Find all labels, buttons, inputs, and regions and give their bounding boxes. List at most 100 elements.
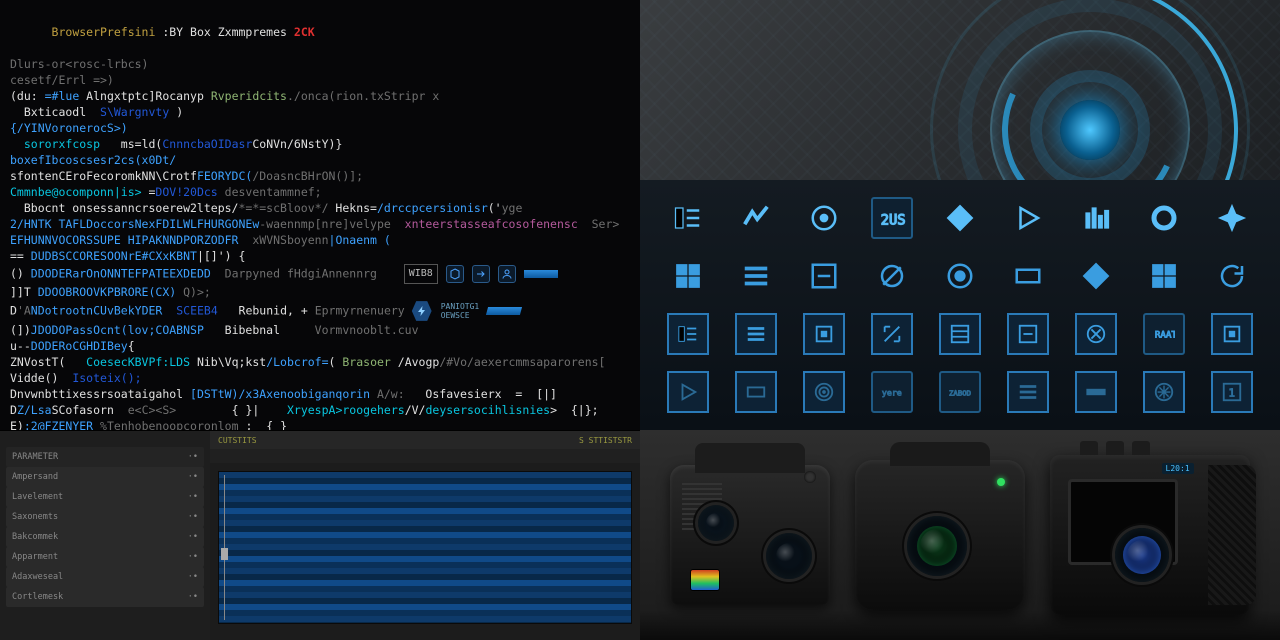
code-line: ZNVostT( CoesecKBVPf:LDS Nib\Vq;kst/Lobc… bbox=[10, 354, 630, 370]
palette-icon[interactable]: 2US bbox=[871, 197, 913, 239]
track-row[interactable]: Adaxweseal·• bbox=[6, 567, 204, 587]
track-meter-icon: ·• bbox=[188, 472, 198, 482]
palette-icon[interactable] bbox=[803, 255, 845, 297]
track-label: Bakcommek bbox=[12, 532, 58, 542]
palette-icon[interactable] bbox=[1143, 197, 1185, 239]
svg-text:RAAT: RAAT bbox=[1155, 330, 1175, 341]
track-meter-icon: ·• bbox=[188, 512, 198, 522]
code-line: (du: =#lue Alngxtptc]Rocanyp Rvperidcits… bbox=[10, 88, 630, 104]
palette-icon[interactable] bbox=[1007, 255, 1049, 297]
palette-icon[interactable] bbox=[667, 371, 709, 413]
palette-icon[interactable] bbox=[1007, 313, 1049, 355]
track-meter-icon: ·• bbox=[188, 452, 198, 462]
palette-icon[interactable] bbox=[1075, 197, 1117, 239]
code-terminal: BrowserPrefsini :BY Box Zxmmpremes 2CK D… bbox=[0, 0, 640, 430]
track-label: Ampersand bbox=[12, 472, 58, 482]
track-row[interactable]: PARAMETER ·• bbox=[6, 447, 204, 467]
seq-status: S STTISTSTR bbox=[579, 436, 632, 445]
cube-icon[interactable] bbox=[446, 265, 464, 283]
palette-icon[interactable] bbox=[939, 197, 981, 239]
palette-icon[interactable] bbox=[735, 371, 777, 413]
palette-icon[interactable] bbox=[1075, 371, 1117, 413]
code-line: sfontenCEroFecoromkNN\CrotfFEORYDC(/Doas… bbox=[10, 168, 630, 184]
palette-icon[interactable] bbox=[803, 371, 845, 413]
code-line: ]]T DDOOBROOVKPBRORE(CX) Q)>; bbox=[10, 284, 630, 300]
track-list-header bbox=[6, 439, 204, 443]
palette-icon[interactable] bbox=[667, 197, 709, 239]
lens-icon bbox=[907, 516, 967, 576]
palette-icon[interactable] bbox=[871, 313, 913, 355]
lens-icon bbox=[1115, 528, 1169, 582]
palette-icon[interactable] bbox=[1075, 255, 1117, 297]
palette-icon[interactable]: ZABOD bbox=[939, 371, 981, 413]
lens-icon bbox=[766, 533, 812, 579]
palette-icon[interactable] bbox=[1211, 197, 1253, 239]
palette-icon[interactable] bbox=[735, 313, 777, 355]
track-row[interactable]: Saxonemts ·• bbox=[6, 507, 204, 527]
track-label: Cortlemesk bbox=[12, 592, 63, 602]
palette-icon[interactable] bbox=[667, 255, 709, 297]
thermal-palette-icon bbox=[690, 569, 720, 591]
user-icon[interactable] bbox=[498, 265, 516, 283]
code-line: Dlurs-or<rosc-lrbcs) bbox=[10, 56, 630, 72]
code-line: sororxfcosp ms=ld(CnnncbaOIDasrCoNVn/6Ns… bbox=[10, 136, 630, 152]
svg-text:1: 1 bbox=[1228, 387, 1235, 400]
track-list: PARAMETER·•Ampersand·•Lavelement·•Saxone… bbox=[0, 431, 210, 640]
palette-icon[interactable] bbox=[939, 255, 981, 297]
code-line: (])JDODOPassOcnt(lov;COABNSP Bibebnal Vo… bbox=[10, 322, 630, 338]
bolt-icon[interactable] bbox=[411, 300, 433, 322]
code-line: Dnvwnbttixessrsoataigahol [DSTtW)/x3Axen… bbox=[10, 386, 630, 402]
status-led-icon bbox=[997, 478, 1005, 486]
code-line: Bbocnt onsessanncrsoerew2lteps/*=*=scBlo… bbox=[10, 200, 630, 216]
arrow-right-icon[interactable] bbox=[472, 265, 490, 283]
track-label: PARAMETER bbox=[12, 452, 58, 462]
terminal-title: BrowserPrefsini :BY Box Zxmmpremes 2CK bbox=[10, 8, 630, 56]
track-row[interactable]: Ampersand ·• bbox=[6, 467, 204, 487]
palette-icon[interactable] bbox=[735, 197, 777, 239]
palette-icon[interactable] bbox=[1143, 371, 1185, 413]
palette-icon[interactable] bbox=[667, 313, 709, 355]
playhead-icon[interactable] bbox=[224, 475, 225, 620]
palette-icon[interactable]: 1 bbox=[1211, 371, 1253, 413]
code-line: u--DODERoCGHDIBey{ bbox=[10, 338, 630, 354]
palette-icon[interactable] bbox=[1211, 313, 1253, 355]
palette-icon[interactable] bbox=[1075, 313, 1117, 355]
code-line: Vidde() Isoteix(); bbox=[10, 370, 630, 386]
palette-icon[interactable] bbox=[735, 255, 777, 297]
camera-device-1 bbox=[670, 465, 830, 605]
icon-palette: 2US RAAT yere ZABOD 1 bbox=[640, 180, 1280, 430]
code-line: Bxticaodl S\Wargnvty ) bbox=[10, 104, 630, 120]
palette-icon[interactable] bbox=[1007, 197, 1049, 239]
palette-icon[interactable] bbox=[803, 197, 845, 239]
palette-icon[interactable] bbox=[939, 313, 981, 355]
device-tag: L20:1 bbox=[1162, 463, 1194, 474]
code-line: EFHUNNVOCORSSUPE HIPAKNNDPORZODFR xWVNSb… bbox=[10, 232, 630, 248]
palette-icon[interactable]: RAAT bbox=[1143, 313, 1185, 355]
lcd-screen-icon bbox=[1068, 479, 1178, 565]
waveform-view[interactable]: CUTSTITS S STTISTSTR bbox=[210, 431, 640, 640]
track-label: Saxonemts bbox=[12, 512, 58, 522]
svg-text:2US: 2US bbox=[881, 212, 906, 228]
badge: WIB8 bbox=[404, 264, 438, 284]
code-line: DZ/LsaSCofasorn e<C><S> { }| XryespA>roo… bbox=[10, 402, 630, 418]
palette-icon[interactable]: yere bbox=[871, 371, 913, 413]
track-meter-icon: ·• bbox=[188, 592, 198, 602]
palette-icon[interactable] bbox=[1143, 255, 1185, 297]
track-meter-icon: ·• bbox=[188, 492, 198, 502]
waveform-icon bbox=[218, 471, 632, 624]
camera-device-2 bbox=[855, 460, 1025, 610]
track-row[interactable]: Cortlemesk ·• bbox=[6, 587, 204, 607]
track-row[interactable]: Apparment·• bbox=[6, 547, 204, 567]
track-row[interactable]: Lavelement·• bbox=[6, 487, 204, 507]
tag-bar-icon bbox=[486, 307, 522, 315]
palette-icon[interactable] bbox=[871, 255, 913, 297]
code-line: Cmmnbe@ocomponn|is> =DOV!20Dcs desventam… bbox=[10, 184, 630, 200]
track-meter-icon: ·• bbox=[188, 552, 198, 562]
palette-icon[interactable] bbox=[1007, 371, 1049, 413]
svg-text:yere: yere bbox=[882, 388, 902, 398]
track-row[interactable]: Bakcommek·• bbox=[6, 527, 204, 547]
palette-icon[interactable] bbox=[1211, 255, 1253, 297]
palette-icon[interactable] bbox=[803, 313, 845, 355]
lens-icon bbox=[698, 505, 734, 541]
track-meter-icon: ·• bbox=[188, 572, 198, 582]
